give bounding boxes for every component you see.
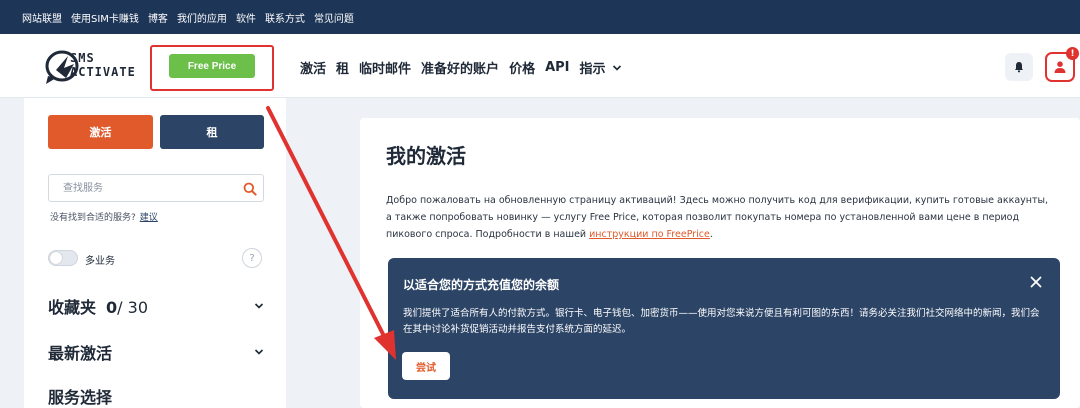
logo-text: SMS ACTIVATE [70,51,136,79]
favorites-max: / 30 [117,298,148,317]
multi-service-toggle[interactable] [48,250,78,266]
user-alert-badge: ! [1066,47,1079,60]
topbar-link-blog[interactable]: 博客 [148,10,168,25]
activate-tab-button[interactable]: 激活 [48,115,153,149]
promo-title: 以适合您的方式充值您的余额 [403,278,560,292]
favorites-section-header[interactable]: 收藏夹 0/ 30 [48,294,264,318]
close-promo-button[interactable] [1026,272,1046,292]
help-icon[interactable]: ? [242,248,262,268]
search-icon-wrap[interactable] [243,181,257,200]
topbar-link-faq[interactable]: 常见问题 [314,10,354,25]
chevron-down-icon[interactable] [612,63,622,73]
service-search-input[interactable] [49,175,239,201]
topbar-link-software[interactable]: 软件 [236,10,256,25]
freeprice-instructions-link[interactable]: инструкции по FreePrice [589,229,710,240]
multi-service-label: 多业务 [85,256,115,267]
top-link-bar: 网站联盟 使用SIM卡赚钱 博客 我们的应用 软件 联系方式 常见问题 [0,0,1080,34]
topup-promo-banner: 以适合您的方式充值您的余额 我们提供了适合所有人的付款方式。银行卡、电子钱包、加… [388,258,1060,399]
latest-title: 最新激活 [48,344,113,363]
not-found-text: 没有找到合适的服务? [50,213,136,223]
favorites-count: 0 [106,298,118,317]
free-price-button[interactable]: Free Price [169,54,255,78]
favorites-counter: 0/ 30 [106,298,148,317]
topbar-link-earn-sim[interactable]: 使用SIM卡赚钱 [71,10,139,25]
sidebar: 激活 租 没有找到合适的服务? 建议 多业务 ? 收藏夹 0/ 30 最新激活 服务… [24,98,286,408]
bell-icon [1015,62,1023,73]
intro-text: Добро пожаловать на обновленную страницу… [386,192,1056,243]
nav-temp-mail[interactable]: 临时邮件 [359,58,411,77]
page-title: 我的激活 [386,144,466,168]
notifications-button[interactable] [1005,53,1033,81]
sms-activate-logo[interactable]: SMS ACTIVATE [44,44,154,88]
not-found-hint: 没有找到合适的服务? 建议 [50,210,158,223]
topbar-link-contacts[interactable]: 联系方式 [265,10,305,25]
nav-ready-accounts[interactable]: 准备好的账户 [421,58,499,77]
topbar-link-affiliate[interactable]: 网站联盟 [22,10,62,25]
nav-prices[interactable]: 价格 [509,58,535,77]
favorites-title-wrap: 收藏夹 0/ 30 [48,294,148,318]
logo-line-2: ACTIVATE [70,65,136,79]
try-button[interactable]: 尝试 [402,352,450,380]
main-nav: 激活 租 临时邮件 准备好的账户 价格 API 指示 [300,58,622,77]
nav-api[interactable]: API [545,60,569,75]
chevron-down-icon [254,349,264,355]
chevron-down-icon [254,303,264,309]
toggle-knob [50,252,62,264]
intro-body: Добро пожаловать на обновленную страницу… [386,195,1049,240]
intro-end: . [709,229,713,240]
nav-rent[interactable]: 租 [336,58,349,77]
promo-text: 我们提供了适合所有人的付款方式。银行卡、电子钱包、加密货币——使用对您来说方便且… [403,308,1040,335]
search-icon [243,182,257,196]
service-selection-section-header[interactable]: 服务选择 [48,384,264,408]
main-header: SMS ACTIVATE Free Price 激活 租 临时邮件 准备好的账户… [0,34,1080,98]
topbar-link-apps[interactable]: 我们的应用 [177,10,227,25]
user-icon [1054,61,1066,73]
nav-instructions[interactable]: 指示 [580,58,606,77]
rent-tab-button[interactable]: 租 [160,115,264,149]
service-search [48,174,264,202]
latest-activations-section-header[interactable]: 最新激活 [48,340,264,364]
nav-activate[interactable]: 激活 [300,58,326,77]
close-icon [1030,276,1042,288]
suggest-link[interactable]: 建议 [140,213,158,223]
logo-line-1: SMS [70,51,95,65]
activations-panel: 我的激活 Добро пожаловать на обновленную стр… [360,118,1080,408]
favorites-title: 收藏夹 [48,298,97,317]
services-title: 服务选择 [48,388,113,407]
